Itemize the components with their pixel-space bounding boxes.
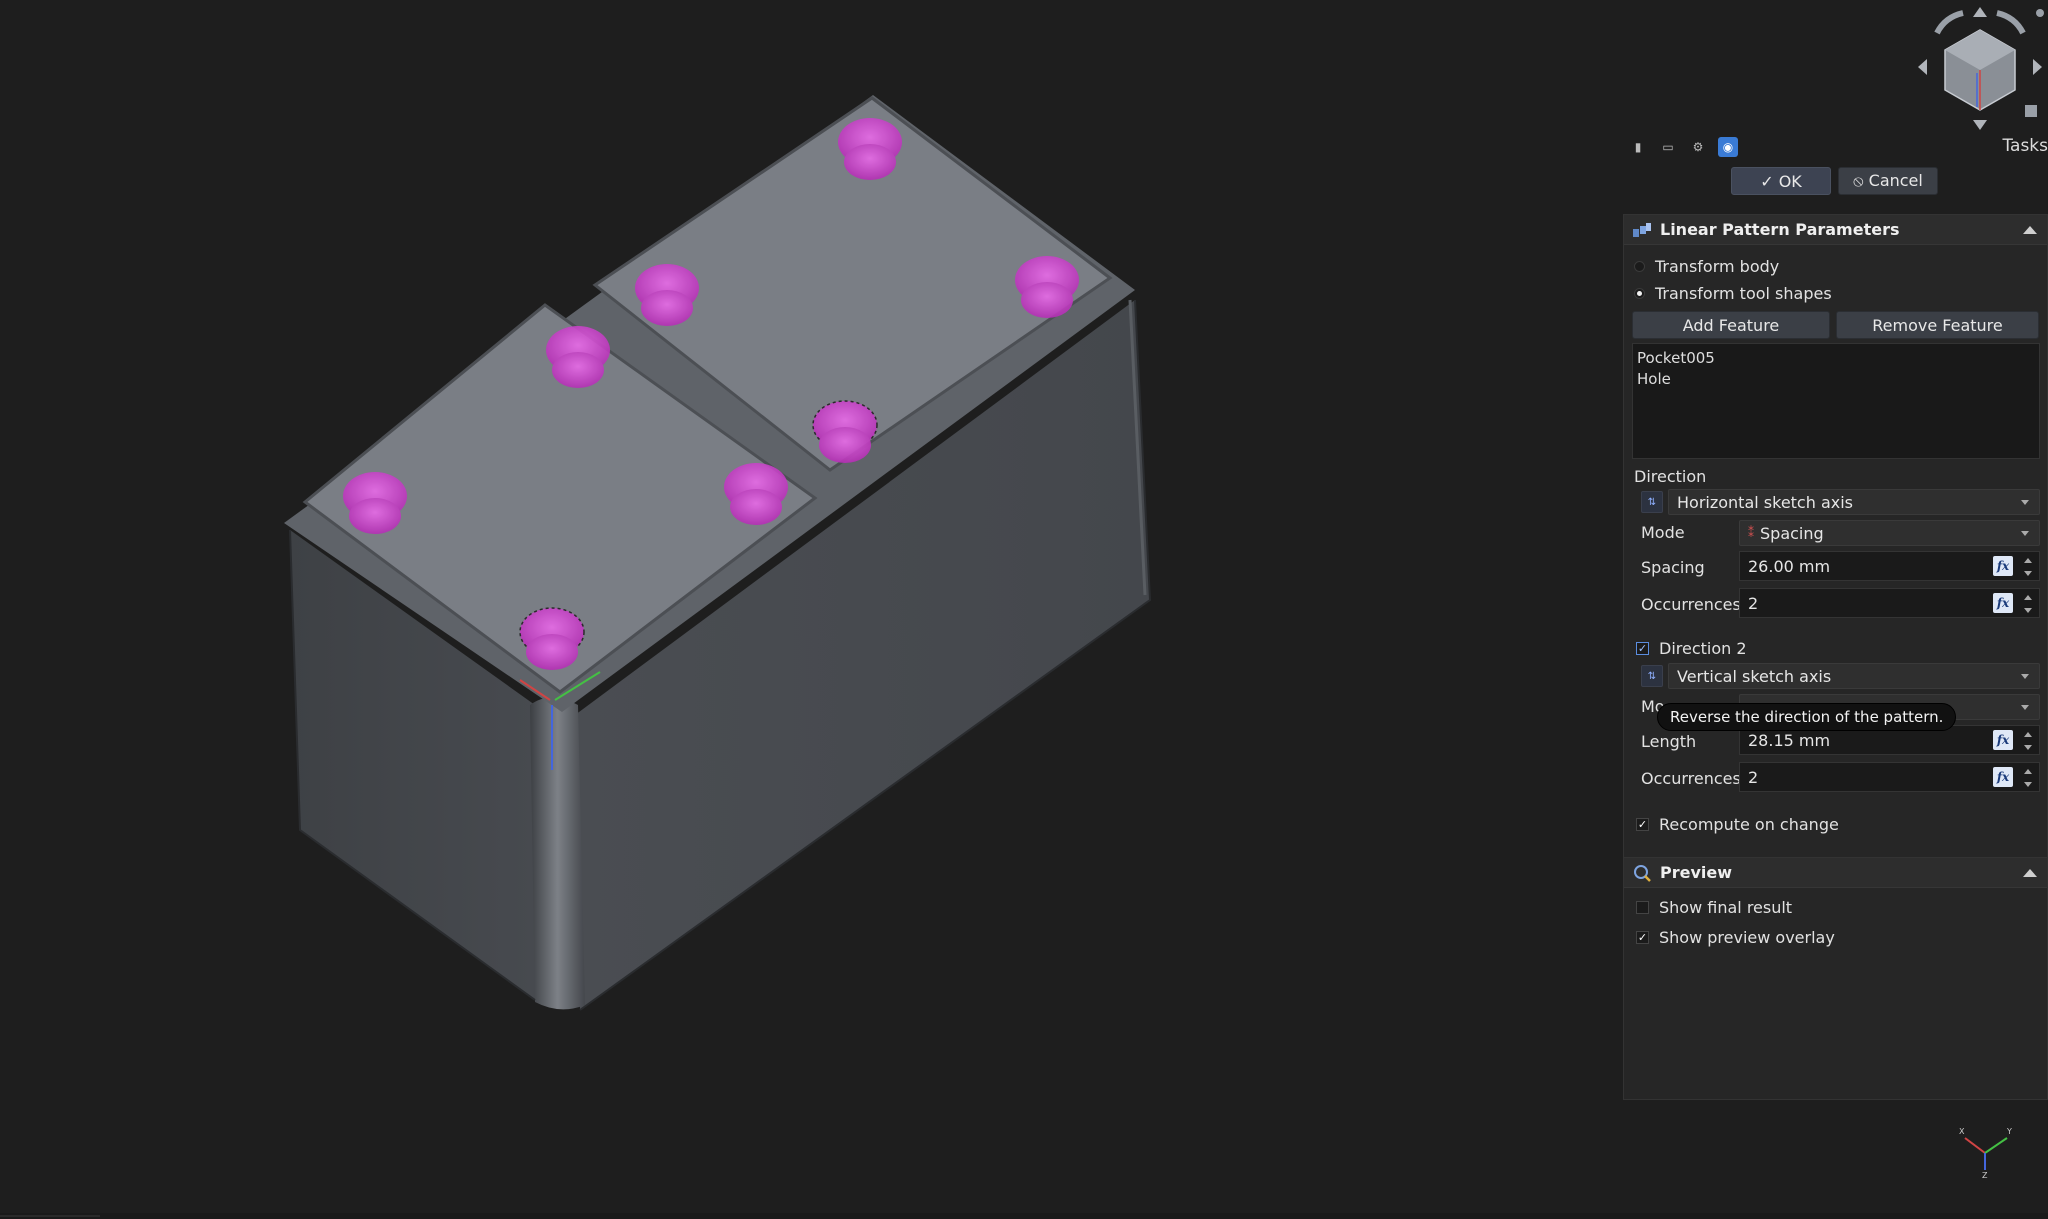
reverse-icon: ⇅ bbox=[1647, 670, 1657, 682]
length-value: 28.15 mm bbox=[1748, 730, 1831, 750]
arrow-left-icon bbox=[1918, 59, 1927, 75]
direction2-toggle[interactable]: ✓ Direction 2 bbox=[1636, 639, 1747, 658]
rotate-right-icon bbox=[1996, 10, 2026, 35]
ok-button[interactable]: ✓ OK bbox=[1731, 167, 1831, 195]
cube-menu-icon bbox=[2025, 105, 2037, 117]
occurrences2-label: Occurrences bbox=[1641, 769, 1741, 788]
direction2-select[interactable]: Vertical sketch axis bbox=[1668, 663, 2040, 689]
transform-tool-shapes-label: Transform tool shapes bbox=[1655, 284, 1832, 303]
add-feature-button[interactable]: Add Feature bbox=[1632, 311, 1830, 339]
checkbox-checked-icon[interactable]: ✓ bbox=[1636, 931, 1649, 944]
arrow-down-icon bbox=[1973, 120, 1987, 130]
spacing-input[interactable]: 26.00 mm fx bbox=[1739, 551, 2040, 581]
checkbox-icon[interactable] bbox=[1636, 901, 1649, 914]
occurrences-label: Occurrences bbox=[1641, 595, 1741, 614]
mode-value: Spacing bbox=[1760, 523, 1824, 543]
spin-arrows[interactable] bbox=[2021, 555, 2035, 579]
radio-selected-icon[interactable] bbox=[1634, 288, 1645, 299]
arrow-up-icon bbox=[1973, 7, 1987, 17]
reverse-direction2-button[interactable]: ⇅ bbox=[1641, 665, 1663, 687]
tasks-tab-label[interactable]: Tasks bbox=[2002, 136, 2048, 156]
reverse-direction-button[interactable]: ⇅ bbox=[1641, 491, 1663, 513]
axis-x-label: X bbox=[1959, 1127, 1965, 1136]
spacing-label: Spacing bbox=[1641, 558, 1705, 577]
occurrences2-value: 2 bbox=[1748, 767, 1759, 787]
direction-label: Direction bbox=[1634, 467, 1707, 486]
remove-feature-button[interactable]: Remove Feature bbox=[1836, 311, 2039, 339]
combo-view-icon[interactable]: ▮ bbox=[1628, 137, 1648, 157]
direction-select[interactable]: Horizontal sketch axis bbox=[1668, 489, 2040, 515]
show-preview-overlay-toggle[interactable]: ✓ Show preview overlay bbox=[1636, 928, 1835, 947]
occurrences-input[interactable]: 2 fx bbox=[1739, 588, 2040, 618]
property-view-icon[interactable]: ▭ bbox=[1658, 137, 1678, 157]
preview-icon bbox=[1634, 864, 1651, 882]
tasks-icon[interactable]: ◉ bbox=[1718, 137, 1738, 157]
feature-list[interactable]: Pocket005 Hole bbox=[1632, 343, 2040, 459]
direction-value: Horizontal sketch axis bbox=[1677, 492, 1854, 512]
radio-icon[interactable] bbox=[1634, 261, 1645, 272]
preview-header[interactable]: Preview bbox=[1624, 858, 2047, 888]
preview-section: Preview Show final result ✓ Show preview… bbox=[1623, 857, 2048, 1100]
collapse-icon[interactable] bbox=[2023, 225, 2037, 234]
reverse-icon: ⇅ bbox=[1647, 496, 1657, 508]
status-strip bbox=[0, 1213, 2048, 1219]
chevron-down-icon bbox=[2021, 705, 2029, 710]
tasks-panel: ▮ ▭ ⚙ ◉ Tasks ✓ OK ⦸ Cancel Linear Patte… bbox=[1618, 130, 2048, 1219]
transform-tool-shapes-option[interactable]: Transform tool shapes bbox=[1634, 284, 1832, 303]
show-preview-overlay-label: Show preview overlay bbox=[1659, 928, 1835, 947]
occurrences-value: 2 bbox=[1748, 593, 1759, 613]
axis-indicator: X Y Z bbox=[1955, 1118, 2015, 1180]
linear-pattern-icon bbox=[1633, 222, 1651, 237]
preview-title: Preview bbox=[1660, 863, 1733, 882]
expression-icon[interactable]: fx bbox=[1993, 767, 2013, 787]
expression-icon[interactable]: fx bbox=[1993, 593, 2013, 613]
axis-z-label: Z bbox=[1982, 1171, 1988, 1178]
spin-arrows[interactable] bbox=[2021, 729, 2035, 753]
show-final-result-label: Show final result bbox=[1659, 898, 1793, 917]
recompute-toggle[interactable]: ✓ Recompute on change bbox=[1636, 815, 1839, 834]
chevron-down-icon bbox=[2021, 531, 2029, 536]
recompute-label: Recompute on change bbox=[1659, 815, 1839, 834]
chevron-down-icon bbox=[2021, 674, 2029, 679]
list-item[interactable]: Hole bbox=[1637, 369, 2035, 390]
axis-y-label: Y bbox=[2006, 1127, 2012, 1136]
checkbox-checked-icon[interactable]: ✓ bbox=[1636, 642, 1649, 655]
direction2-value: Vertical sketch axis bbox=[1677, 666, 1832, 686]
mode-label: Mode bbox=[1641, 523, 1685, 542]
navigation-cube[interactable] bbox=[1915, 5, 2045, 130]
linear-pattern-header[interactable]: Linear Pattern Parameters bbox=[1624, 215, 2047, 245]
list-item[interactable]: Pocket005 bbox=[1637, 348, 2035, 369]
show-final-result-toggle[interactable]: Show final result bbox=[1636, 898, 1792, 917]
panel-toolbar: ▮ ▭ ⚙ ◉ Tasks bbox=[1618, 130, 2048, 164]
spacing-value: 26.00 mm bbox=[1748, 556, 1831, 576]
view-menu-icon bbox=[2036, 9, 2044, 17]
spin-arrows[interactable] bbox=[2021, 766, 2035, 790]
transform-body-option[interactable]: Transform body bbox=[1634, 257, 1779, 276]
length-label: Length bbox=[1641, 732, 1697, 751]
collapse-icon[interactable] bbox=[2023, 868, 2037, 877]
transform-body-label: Transform body bbox=[1655, 257, 1780, 276]
spacing-mode-icon: ⁑ bbox=[1748, 526, 1754, 540]
occurrences2-input[interactable]: 2 fx bbox=[1739, 762, 2040, 792]
expression-icon[interactable]: fx bbox=[1993, 730, 2013, 750]
rotate-left-icon bbox=[1934, 10, 1964, 35]
linear-pattern-title: Linear Pattern Parameters bbox=[1660, 220, 1900, 239]
spin-arrows[interactable] bbox=[2021, 592, 2035, 616]
reverse-direction-tooltip: Reverse the direction of the pattern. bbox=[1657, 703, 1957, 731]
expression-icon[interactable]: fx bbox=[1993, 556, 2013, 576]
checkbox-checked-icon[interactable]: ✓ bbox=[1636, 818, 1649, 831]
mode-select[interactable]: ⁑ Spacing bbox=[1739, 520, 2040, 546]
front-corner bbox=[530, 697, 585, 1010]
direction2-label: Direction 2 bbox=[1659, 639, 1747, 658]
cancel-button[interactable]: ⦸ Cancel bbox=[1838, 167, 1938, 195]
settings-icon[interactable]: ⚙ bbox=[1688, 137, 1708, 157]
arrow-right-icon bbox=[2033, 59, 2042, 75]
chevron-down-icon bbox=[2021, 500, 2029, 505]
